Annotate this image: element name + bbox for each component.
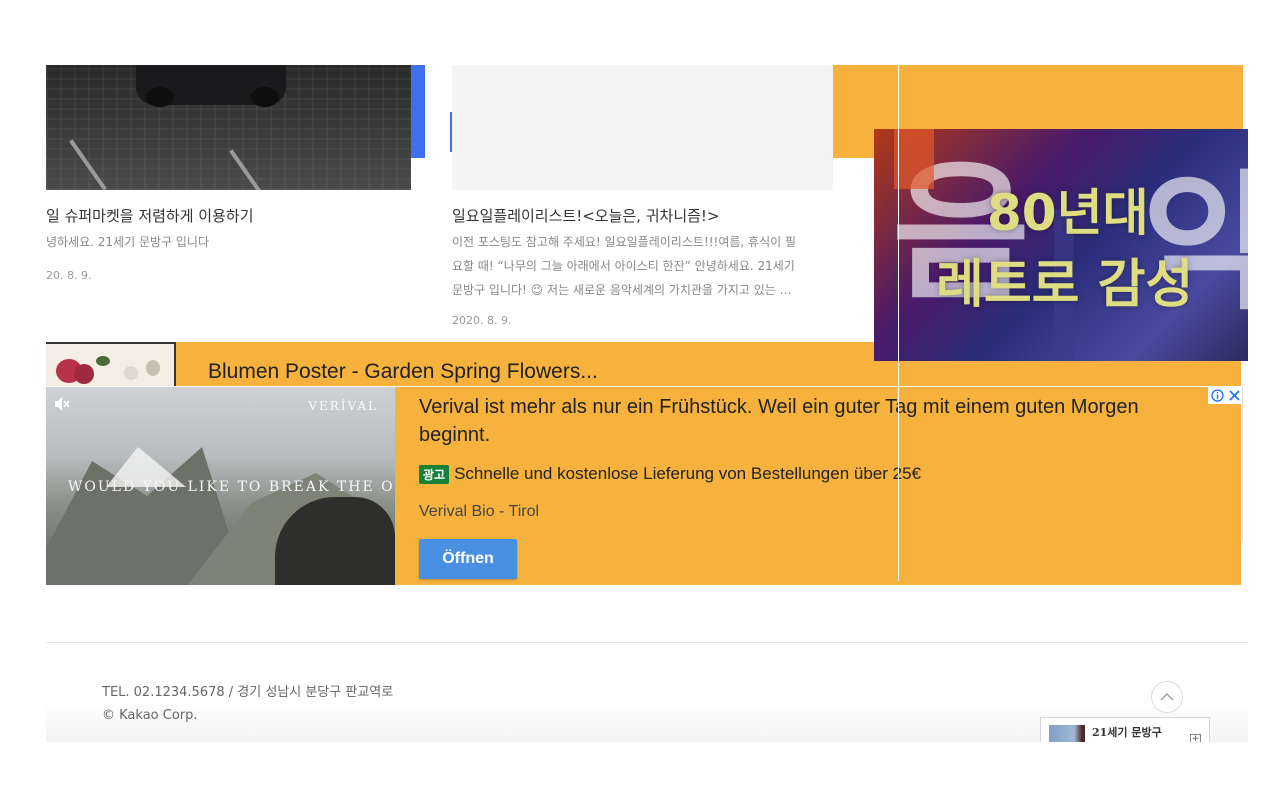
blog-name: 21세기 문방구 [1092,726,1162,739]
footer-divider [46,642,1248,643]
divider-line [1242,387,1243,542]
chevron-up-icon [1160,693,1174,701]
verival-subline: 광고 Schnelle und kostenlose Lieferung von… [419,464,921,484]
verival-logo: VERÍVAL [308,399,378,413]
verival-headline[interactable]: Verival ist mehr als nur ein Frühstück. … [419,393,1179,449]
blog-mini-widget[interactable]: 21세기 문방구 + [1040,717,1210,742]
video-ad-line2: 레트로 감성 [936,255,1194,315]
post-date: 2020. 8. 9. [452,314,512,327]
video-ad-line1: 80년대 [987,184,1149,242]
post-thumbnail[interactable] [46,65,411,190]
verival-ad-image[interactable]: VERÍVAL WOULD YOU LIKE TO BREAK THE OLD … [46,387,395,585]
close-icon[interactable] [1229,390,1240,401]
post-title[interactable]: 일요일플레이리스트!<오늘은, 귀차니즘!> [452,205,720,226]
verival-slogan: WOULD YOU LIKE TO BREAK THE OLD WAYS [68,479,395,495]
scroll-top-button[interactable] [1151,681,1183,713]
post-date: 20. 8. 9. [46,269,92,282]
blue-accent-bar [411,65,425,158]
blog-thumbnail [1049,725,1085,742]
post-excerpt: 녕하세요. 21세기 문방구 입니다 [46,235,210,249]
blumen-ad-title[interactable]: Blumen Poster - Garden Spring Flowers... [208,360,598,384]
plus-icon[interactable]: + [1190,734,1201,742]
open-button[interactable]: Öffnen [419,539,517,579]
post-thumbnail[interactable] [452,65,833,190]
info-icon[interactable] [1211,389,1224,402]
footer-copyright: © Kakao Corp. [102,708,198,723]
ad-choices[interactable] [1208,387,1243,404]
post-excerpt: 이전 포스팅도 참고해 주세요! 일요일플레이리스트!!!여름, 휴식이 필 요… [452,235,797,297]
divider-line [898,65,899,581]
divider-line [46,386,1241,387]
video-ad[interactable]: 음 악 80년대 레트로 감성 [874,129,1248,361]
mute-icon[interactable] [53,395,71,413]
footer-contact: TEL. 02.1234.5678 / 경기 성남시 분당구 판교역로 [102,685,394,700]
verival-subline-text: Schnelle und kostenlose Lieferung von Be… [454,464,921,483]
blumen-poster-thumbnail[interactable] [46,342,176,388]
ad-badge: 광고 [419,464,450,484]
post-title[interactable]: 일 슈퍼마켓을 저렴하게 이용하기 [46,205,254,226]
verival-advertiser[interactable]: Verival Bio - Tirol [419,503,539,521]
